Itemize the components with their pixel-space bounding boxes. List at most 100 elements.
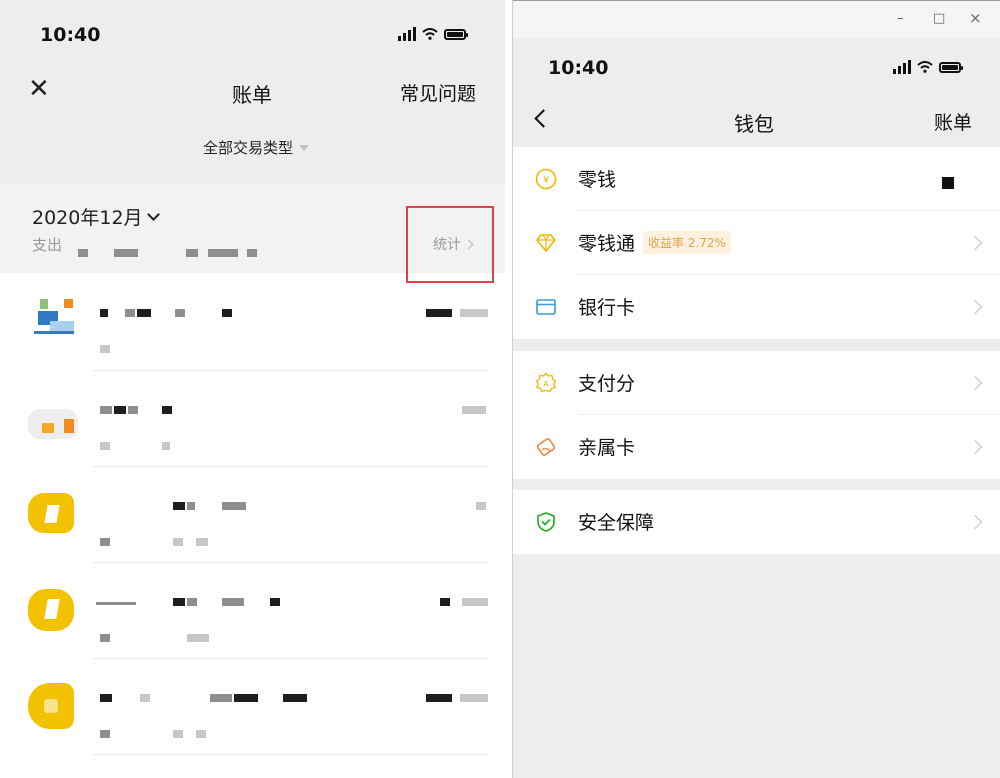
redacted-time — [162, 442, 170, 450]
merchant-logo — [28, 677, 80, 735]
redacted-amount — [462, 598, 488, 606]
redacted-text — [210, 694, 232, 702]
balance-indicator — [942, 177, 954, 189]
yield-badge: 收益率 2.72% — [643, 231, 731, 254]
status-time: 10:40 — [548, 57, 609, 79]
menu-label: 支付分 — [578, 373, 636, 395]
redacted-time — [196, 538, 208, 546]
menu-item-family-card[interactable]: 亲属卡 — [513, 415, 1000, 479]
redacted-amount — [440, 598, 450, 606]
transaction-row[interactable] — [0, 563, 505, 659]
redacted-time — [196, 730, 206, 738]
menu-label: 银行卡 — [578, 297, 636, 319]
redacted-amount — [426, 694, 452, 702]
row-divider — [92, 754, 489, 755]
merchant-logo — [28, 581, 80, 639]
redacted-text — [125, 309, 135, 317]
close-window-button[interactable]: × — [969, 9, 982, 27]
transaction-row[interactable] — [0, 467, 505, 563]
menu-label: 零钱 — [578, 169, 617, 191]
expense-line: 支出 — [32, 234, 62, 255]
pay-score-icon: A — [535, 372, 557, 393]
redacted-text — [100, 406, 112, 414]
redacted-text — [234, 694, 258, 702]
transaction-row[interactable] — [0, 659, 505, 755]
redacted-text — [222, 502, 246, 510]
signal-icon — [398, 27, 416, 41]
transaction-row[interactable] — [0, 371, 505, 467]
redacted-text — [222, 309, 232, 317]
bill-panel: 10:40 ✕ 账单 常见问题 全部交易类型 2020年12月 支出 统计 — [0, 0, 505, 778]
redacted-text — [100, 694, 112, 702]
chevron-right-icon — [967, 439, 983, 455]
redacted-text — [162, 406, 172, 414]
minimize-button[interactable]: – — [897, 11, 904, 26]
redacted-amount — [426, 309, 452, 317]
status-icons — [398, 27, 468, 41]
svg-text:A: A — [543, 380, 549, 389]
redacted-amount — [208, 249, 238, 257]
redacted-amount — [186, 249, 198, 257]
redacted-text — [222, 598, 244, 606]
redacted-amount — [462, 406, 486, 414]
status-time: 10:40 — [40, 24, 101, 46]
chevron-right-icon — [967, 235, 983, 251]
redacted-time — [187, 634, 209, 642]
redacted-time — [100, 442, 110, 450]
yuan-coin-icon: ¥ — [535, 168, 557, 190]
month-label: 2020年12月 — [32, 207, 143, 229]
page-title: 账单 — [232, 83, 272, 107]
chevron-right-icon — [967, 514, 983, 530]
menu-item-security[interactable]: 安全保障 — [513, 490, 1000, 554]
transaction-row[interactable] — [0, 275, 505, 371]
redacted-time — [100, 345, 110, 353]
menu-label: 零钱通 — [578, 233, 636, 255]
filter-label: 全部交易类型 — [203, 139, 294, 157]
redacted-text — [114, 406, 126, 414]
menu-item-pay-score[interactable]: A 支付分 — [513, 351, 1000, 415]
chevron-down-icon — [146, 208, 160, 221]
redacted-amount — [247, 249, 257, 257]
chevron-right-icon — [967, 299, 983, 315]
highlight-box — [406, 206, 494, 283]
redacted-text — [140, 694, 150, 702]
redacted-amount — [460, 309, 488, 317]
chevron-left-icon — [534, 109, 553, 128]
bill-button[interactable]: 账单 — [934, 108, 972, 135]
menu-label: 安全保障 — [578, 512, 655, 534]
redacted-text — [96, 602, 136, 605]
battery-icon — [444, 28, 468, 40]
family-card-icon — [536, 438, 556, 456]
redacted-text — [270, 598, 280, 606]
menu-item-licaitong[interactable]: 零钱通 收益率 2.72% — [513, 211, 1000, 275]
redacted-text — [187, 502, 195, 510]
maximize-button[interactable]: □ — [933, 11, 945, 26]
redacted-text — [175, 309, 185, 317]
redacted-amount — [114, 249, 138, 257]
redacted-time — [100, 634, 110, 642]
back-button[interactable] — [534, 109, 553, 128]
merchant-logo — [28, 389, 80, 447]
bank-card-icon — [536, 299, 556, 315]
close-icon[interactable]: ✕ — [28, 76, 50, 102]
redacted-text — [187, 598, 197, 606]
month-selector[interactable]: 2020年12月 — [32, 203, 160, 230]
menu-label: 亲属卡 — [578, 437, 636, 459]
page-title: 钱包 — [734, 112, 774, 136]
redacted-time — [173, 730, 183, 738]
caret-down-icon — [299, 144, 310, 151]
wallet-panel: – □ × 10:40 钱包 账单 ¥ 零钱 零钱通 收益率 2.72% 银行卡… — [513, 0, 1000, 778]
redacted-text — [137, 309, 151, 317]
wifi-icon — [422, 28, 438, 40]
redacted-time — [100, 538, 110, 546]
merchant-logo — [28, 485, 80, 543]
battery-icon — [939, 61, 963, 73]
faq-button[interactable]: 常见问题 — [400, 79, 476, 106]
transaction-type-filter[interactable]: 全部交易类型 — [203, 137, 310, 158]
shield-icon — [537, 512, 555, 532]
status-icons — [893, 60, 963, 74]
redacted-text — [100, 309, 108, 317]
wifi-icon — [917, 61, 933, 73]
menu-item-bank-card[interactable]: 银行卡 — [513, 275, 1000, 339]
menu-item-change[interactable]: ¥ 零钱 — [513, 147, 1000, 211]
